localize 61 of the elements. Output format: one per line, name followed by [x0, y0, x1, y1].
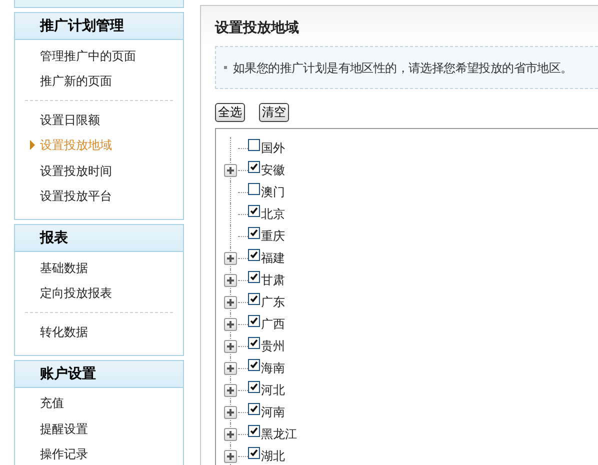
checkbox[interactable]	[248, 381, 260, 393]
section-title: 账户设置	[15, 360, 183, 388]
sidebar-link[interactable]: 设置投放平台	[40, 187, 112, 206]
expand-icon[interactable]	[224, 318, 237, 330]
expand-icon[interactable]	[224, 362, 237, 374]
checkbox[interactable]	[248, 315, 260, 327]
expand-icon[interactable]	[224, 296, 237, 308]
expand-icon[interactable]	[224, 428, 237, 440]
section-title: 推广计划管理	[15, 13, 183, 40]
checkbox[interactable]	[248, 161, 260, 173]
bullet-icon	[224, 66, 227, 69]
sidebar-link[interactable]: 管理推广中的页面	[40, 46, 136, 65]
checkbox[interactable]	[248, 403, 260, 415]
expand-icon[interactable]	[224, 274, 237, 286]
region-label[interactable]: 河北	[261, 381, 285, 399]
checkbox[interactable]	[248, 447, 260, 459]
sidebar-link[interactable]: 设置日限额	[40, 110, 100, 129]
notice-text: 如果您的推广计划是有地区性的，请选择您希望投放的省市地区。	[233, 60, 572, 76]
checkbox[interactable]	[248, 425, 260, 437]
caret-icon	[30, 140, 35, 150]
action-button[interactable]: 全选	[215, 103, 245, 122]
checkbox[interactable]	[248, 227, 260, 239]
sidebar-link[interactable]: 充值	[40, 394, 64, 412]
region-label[interactable]: 河南	[261, 403, 285, 421]
expand-icon[interactable]	[224, 406, 237, 418]
region-label[interactable]: 北京	[261, 205, 285, 223]
checkbox[interactable]	[248, 337, 260, 349]
region-label[interactable]: 安徽	[261, 161, 285, 179]
expand-icon[interactable]	[224, 450, 237, 462]
checkbox[interactable]	[248, 293, 260, 305]
sidebar-link[interactable]: 转化数据	[40, 322, 88, 341]
sidebar-link[interactable]: 定向投放报表	[40, 284, 112, 302]
region-label[interactable]: 广西	[261, 315, 285, 333]
checkbox[interactable]	[248, 359, 260, 371]
region-label[interactable]: 贵州	[261, 337, 285, 355]
region-label[interactable]: 黑龙江	[261, 425, 297, 443]
checkbox[interactable]	[248, 183, 260, 195]
region-label[interactable]: 澳门	[261, 183, 285, 201]
expand-icon[interactable]	[224, 384, 237, 396]
sidebar-link[interactable]: 基础数据	[40, 258, 88, 277]
region-label[interactable]: 海南	[261, 359, 285, 377]
checkbox[interactable]	[248, 249, 260, 261]
checkbox[interactable]	[248, 205, 260, 217]
sidebar-link[interactable]: 操作记录	[40, 445, 88, 464]
region-label[interactable]: 国外	[261, 139, 285, 157]
section-title: 报表	[15, 225, 183, 252]
region-label[interactable]: 湖北	[261, 447, 285, 465]
checkbox[interactable]	[248, 271, 260, 283]
region-label[interactable]: 甘肃	[261, 271, 285, 289]
region-label[interactable]: 福建	[261, 249, 285, 267]
expand-icon[interactable]	[224, 164, 237, 176]
checkbox[interactable]	[248, 139, 260, 151]
expand-icon[interactable]	[224, 252, 237, 264]
sidebar-link[interactable]: 设置投放时间	[40, 162, 112, 180]
sidebar-link[interactable]: 推广新的页面	[40, 72, 112, 90]
expand-icon[interactable]	[224, 340, 237, 352]
sidebar-link[interactable]: 提醒设置	[40, 420, 88, 438]
region-label[interactable]: 广东	[261, 293, 285, 311]
page-title: 设置投放地域	[215, 19, 300, 38]
region-label[interactable]: 重庆	[261, 227, 285, 245]
action-button[interactable]: 清空	[259, 103, 289, 122]
